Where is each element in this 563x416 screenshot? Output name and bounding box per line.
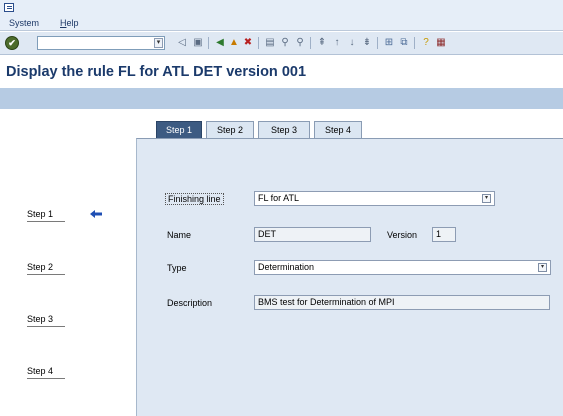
- menu-bar: System Help: [0, 0, 563, 31]
- next-page-icon[interactable]: ↓: [346, 37, 358, 49]
- command-field[interactable]: ▾: [37, 36, 165, 50]
- back-icon[interactable]: ◀: [214, 37, 226, 49]
- type-label: Type: [167, 263, 187, 273]
- description-field[interactable]: BMS test for Determination of MPI: [254, 295, 550, 310]
- toolbar-separator: [377, 37, 378, 49]
- help-icon[interactable]: ?: [420, 37, 432, 49]
- page-title: Display the rule FL for ATL DET version …: [6, 64, 307, 80]
- menu-help[interactable]: Help: [60, 18, 79, 28]
- toolbar-separator: [258, 37, 259, 49]
- nav-step-2[interactable]: Step 2: [27, 262, 65, 275]
- finishing-line-field[interactable]: FL for ATL ▾: [254, 191, 495, 206]
- nav-step-1[interactable]: Step 1: [27, 209, 65, 222]
- tab-step-1[interactable]: Step 1: [156, 121, 202, 138]
- version-field[interactable]: 1: [432, 227, 456, 242]
- cancel-icon[interactable]: ✖: [242, 37, 254, 49]
- toolbar-separator: [208, 37, 209, 49]
- print-icon[interactable]: ▤: [264, 37, 276, 49]
- save-icon[interactable]: ▣: [192, 37, 204, 49]
- find-icon[interactable]: ⚲: [279, 37, 291, 49]
- shortcut-icon[interactable]: ⧉: [398, 37, 410, 49]
- tab-step-4[interactable]: Step 4: [314, 121, 362, 138]
- last-page-icon[interactable]: ⇟: [361, 37, 373, 49]
- find-next-icon[interactable]: ⚲: [294, 37, 306, 49]
- dropdown-icon[interactable]: ▾: [482, 194, 491, 203]
- toolbar-separator: [310, 37, 311, 49]
- back-small-icon[interactable]: ◁: [176, 37, 188, 49]
- standard-toolbar: ✔ ▾ ◁ ▣ ◀ ▲ ✖ ▤ ⚲ ⚲ ⇞ ↑ ↓ ⇟ ⊞ ⧉ ? ▦: [0, 32, 563, 55]
- layout-icon[interactable]: ▦: [435, 37, 447, 49]
- window-menu-icon[interactable]: [4, 3, 14, 12]
- create-session-icon[interactable]: ⊞: [383, 37, 395, 49]
- toolbar-separator: [414, 37, 415, 49]
- tab-step-3[interactable]: Step 3: [258, 121, 310, 138]
- application-toolbar: [0, 88, 563, 109]
- arrow-left-icon: [90, 210, 102, 218]
- dropdown-icon[interactable]: ▾: [538, 263, 547, 272]
- nav-step-4[interactable]: Step 4: [27, 366, 65, 379]
- version-label: Version: [387, 230, 418, 240]
- menu-system[interactable]: System: [9, 18, 39, 28]
- nav-step-3[interactable]: Step 3: [27, 314, 65, 327]
- name-field[interactable]: DET: [254, 227, 371, 242]
- finishing-line-label: Finishing line: [165, 193, 224, 205]
- type-field[interactable]: Determination ▾: [254, 260, 551, 275]
- description-label: Description: [167, 298, 213, 308]
- name-label: Name: [167, 230, 192, 240]
- tab-step-2[interactable]: Step 2: [206, 121, 254, 138]
- check-icon[interactable]: ✔: [5, 36, 19, 50]
- exit-icon[interactable]: ▲: [228, 37, 240, 49]
- tab-content-panel: Finishing line FL for ATL ▾ Name DET Ver…: [136, 138, 563, 416]
- previous-page-icon[interactable]: ↑: [331, 37, 343, 49]
- first-page-icon[interactable]: ⇞: [316, 37, 328, 49]
- dropdown-icon[interactable]: ▾: [154, 38, 163, 48]
